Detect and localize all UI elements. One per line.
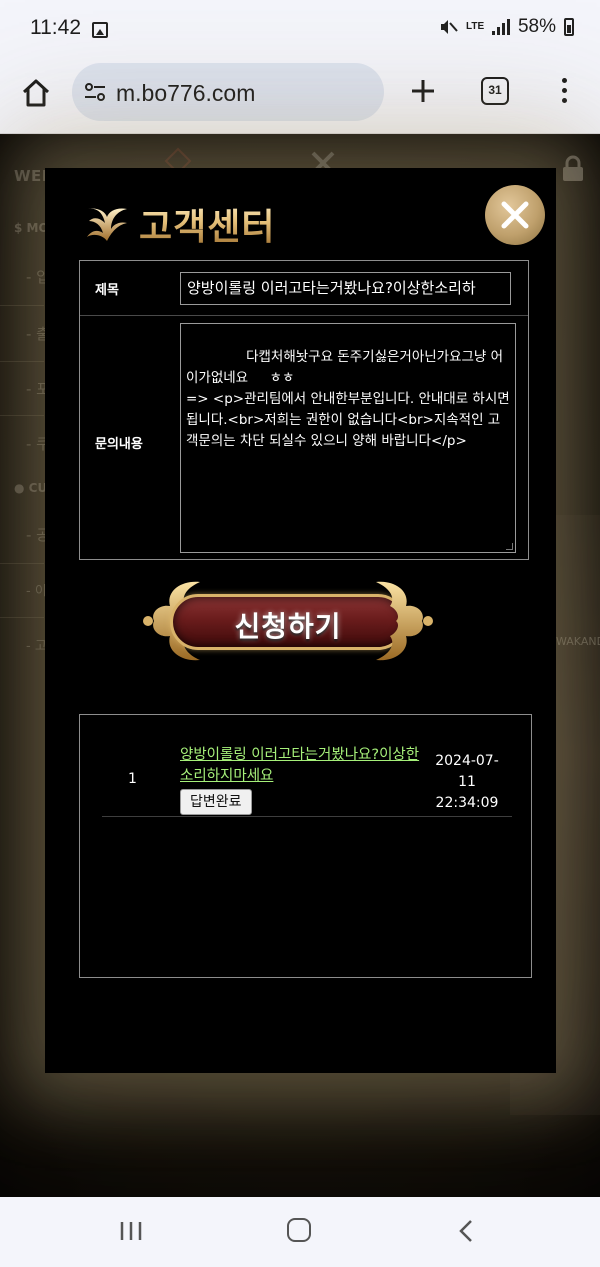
image-notification-icon xyxy=(92,22,108,38)
inquiry-title-link[interactable]: 양방이롤링 이러고타는거봤나요?이상한소리하지마세요 xyxy=(180,745,420,787)
subject-label: 제목 xyxy=(95,283,119,298)
subject-input[interactable]: 양방이롤링 이러고타는거봤나요?이상한소리하 xyxy=(180,272,511,305)
recents-icon[interactable] xyxy=(119,1221,143,1241)
inquiry-form: 제목 양방이롤링 이러고타는거봤나요?이상한소리하 문의내용 다캡처해놧구요 돈… xyxy=(79,260,529,560)
status-indicators: LTE 58% xyxy=(438,16,574,38)
content-text: 다캡처해놧구요 돈주기싫은거아닌가요그냥 어이가없네요 ㅎㅎ => <p>관리팀… xyxy=(186,349,510,449)
row-date: 2024-07-11 xyxy=(435,753,499,790)
submit-button[interactable]: 신청하기 xyxy=(140,574,436,668)
home-icon[interactable] xyxy=(20,77,52,109)
form-divider xyxy=(80,315,528,316)
back-icon[interactable] xyxy=(458,1219,474,1243)
close-icon[interactable] xyxy=(499,199,531,231)
new-tab-plus-icon[interactable] xyxy=(408,76,438,106)
browser-toolbar: m.bo776.com 31 xyxy=(0,60,600,134)
modal-header: 고객센터 xyxy=(83,198,275,250)
close-button[interactable] xyxy=(485,185,545,245)
site-settings-icon[interactable] xyxy=(84,82,106,102)
customer-center-modal: 고객센터 제목 양방이롤링 이러고타는거봤나요?이상한소리하 문의내용 다캡처해… xyxy=(45,168,556,1073)
modal-title: 고객센터 xyxy=(139,198,275,250)
lte-icon: LTE xyxy=(465,21,485,32)
address-bar[interactable]: m.bo776.com xyxy=(72,63,384,121)
inquiry-list: 1 양방이롤링 이러고타는거봤나요?이상한소리하지마세요 답변완료 2024-0… xyxy=(79,714,532,978)
status-badge[interactable]: 답변완료 xyxy=(180,789,252,815)
table-row: 1 양방이롤링 이러고타는거봤나요?이상한소리하지마세요 답변완료 2024-0… xyxy=(102,741,512,817)
system-nav-bar xyxy=(0,1197,600,1267)
submit-label: 신청하기 xyxy=(234,610,342,643)
status-bar: 11:42 LTE 58% xyxy=(0,0,600,60)
battery-percent: 58% xyxy=(517,16,556,37)
battery-icon xyxy=(564,18,574,36)
content-label: 문의내용 xyxy=(95,437,143,452)
content-textarea[interactable]: 다캡처해놧구요 돈주기싫은거아닌가요그냥 어이가없네요 ㅎㅎ => <p>관리팀… xyxy=(180,323,516,553)
nav-home-icon[interactable] xyxy=(287,1218,311,1242)
tabs-icon[interactable]: 31 xyxy=(481,77,509,105)
menu-icon[interactable] xyxy=(560,78,568,104)
signal-icon xyxy=(491,19,510,35)
mute-icon xyxy=(440,20,458,34)
row-time: 22:34:09 xyxy=(435,795,499,811)
resize-handle[interactable] xyxy=(506,543,513,550)
wing-ornament-icon xyxy=(87,208,127,241)
row-datetime: 2024-07-11 22:34:09 xyxy=(428,751,506,814)
status-time: 11:42 xyxy=(30,16,81,39)
row-number: 1 xyxy=(128,771,137,787)
url-text: m.bo776.com xyxy=(116,80,256,106)
